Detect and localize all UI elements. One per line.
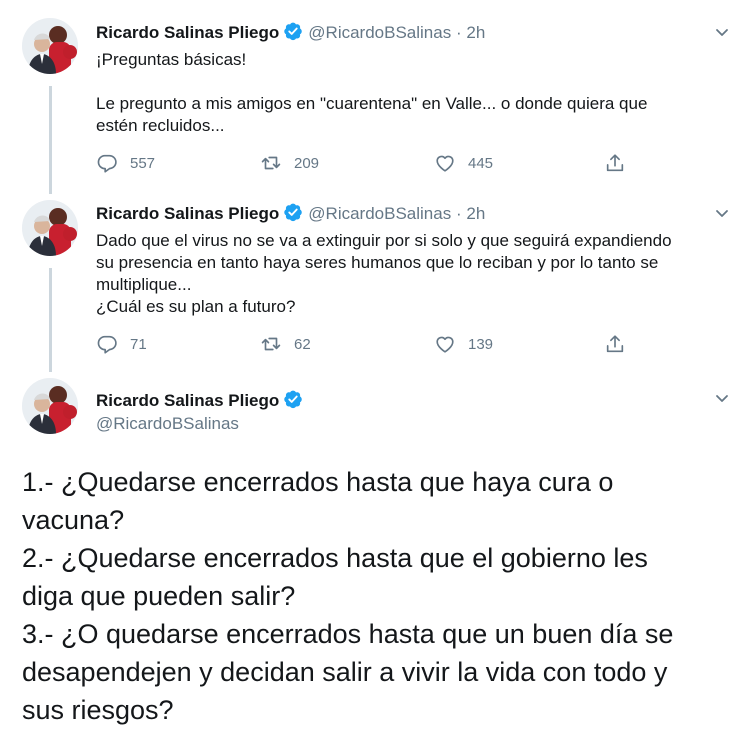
author-name[interactable]: Ricardo Salinas Pliego (96, 204, 279, 223)
tweet-text-line: diga que pueden salir? (22, 581, 296, 611)
chevron-down-icon[interactable] (714, 205, 730, 221)
separator-dot: · (455, 23, 462, 42)
tweet-header: Ricardo Salinas Pliego (96, 389, 308, 412)
like-count: 445 (468, 154, 494, 172)
author-name[interactable]: Ricardo Salinas Pliego (96, 391, 279, 410)
author-handle[interactable]: @RicardoBSalinas (308, 204, 451, 223)
tweet-text-line: 3.- ¿O quedarse encerrados hasta que un … (22, 619, 674, 649)
tweet-2[interactable]: Ricardo Salinas Pliego @RicardoBSalinas ·… (0, 185, 750, 367)
avatar[interactable] (22, 200, 78, 256)
tweet-text-line: 2.- ¿Quedarse encerrados hasta que el go… (22, 543, 648, 573)
tweet-text-line: multiplique... (96, 275, 192, 294)
tweet-text-line: su presencia en tanto haya seres humanos… (96, 253, 659, 272)
tweet-text: Dado que el virus no se va a extinguir p… (96, 230, 726, 318)
chevron-down-icon[interactable] (714, 390, 730, 406)
author-handle[interactable]: @RicardoBSalinas (96, 414, 239, 433)
avatar[interactable] (22, 18, 78, 74)
tweet-text-line: sus riesgos? (22, 695, 174, 725)
tweet-text-line: ¡Preguntas básicas! (96, 50, 247, 69)
share-button[interactable] (604, 333, 626, 355)
tweet-text-line: estén recluidos... (96, 116, 225, 135)
author-name[interactable]: Ricardo Salinas Pliego (96, 23, 279, 42)
share-upload-icon (604, 333, 626, 355)
like-button[interactable]: 445 (434, 152, 493, 174)
tweet-1[interactable]: Ricardo Salinas Pliego @RicardoBSalinas ·… (0, 0, 750, 185)
author-handle[interactable]: @RicardoBSalinas (308, 23, 451, 42)
timestamp[interactable]: 2h (466, 204, 485, 223)
tweet-text-line: Dado que el virus no se va a extinguir p… (96, 231, 672, 250)
heart-icon (434, 333, 456, 355)
verified-badge-icon (283, 389, 303, 409)
speech-bubble-icon (96, 333, 118, 355)
tweet-text-line (96, 71, 726, 93)
timestamp[interactable]: 2h (466, 23, 485, 42)
retweet-arrows-icon (260, 152, 282, 174)
separator-dot: · (455, 204, 462, 223)
share-upload-icon (604, 152, 626, 174)
tweet-text-line: ¿Cuál es su plan a futuro? (96, 297, 296, 316)
heart-icon (434, 152, 456, 174)
verified-badge-icon (283, 21, 303, 41)
tweet-3-expanded[interactable]: Ricardo Salinas Pliego @RicardoBSalinas … (0, 367, 750, 735)
tweet-text-line: Le pregunto a mis amigos en "cuarentena"… (96, 94, 648, 113)
retweet-button[interactable]: 62 (260, 333, 311, 355)
reply-button[interactable]: 71 (96, 333, 147, 355)
avatar[interactable] (22, 378, 78, 434)
retweet-button[interactable]: 209 (260, 152, 319, 174)
tweet-text-line: 1.- ¿Quedarse encerrados hasta que haya … (22, 467, 614, 497)
verified-badge-icon (283, 202, 303, 222)
tweet-text: ¡Preguntas básicas! Le pregunto a mis am… (96, 49, 726, 137)
retweet-count: 209 (294, 154, 320, 172)
like-button[interactable]: 139 (434, 333, 493, 355)
tweet-text-large: 1.- ¿Quedarse encerrados hasta que haya … (22, 463, 732, 729)
chevron-down-icon[interactable] (714, 24, 730, 40)
tweet-text-line: desapendejen y decidan salir a vivir la … (22, 657, 668, 687)
retweet-count: 62 (294, 335, 311, 353)
tweet-header: Ricardo Salinas Pliego @RicardoBSalinas ·… (96, 21, 485, 44)
tweet-actions: 557 209 445 (96, 152, 656, 174)
author-handle-line: @RicardoBSalinas (96, 413, 239, 435)
tweet-text-line: vacuna? (22, 505, 125, 535)
reply-count: 557 (130, 154, 156, 172)
reply-button[interactable]: 557 (96, 152, 155, 174)
share-button[interactable] (604, 152, 626, 174)
speech-bubble-icon (96, 152, 118, 174)
reply-count: 71 (130, 335, 147, 353)
like-count: 139 (468, 335, 494, 353)
tweet-header: Ricardo Salinas Pliego @RicardoBSalinas ·… (96, 202, 485, 225)
tweet-actions: 71 62 139 (96, 333, 656, 355)
retweet-arrows-icon (260, 333, 282, 355)
